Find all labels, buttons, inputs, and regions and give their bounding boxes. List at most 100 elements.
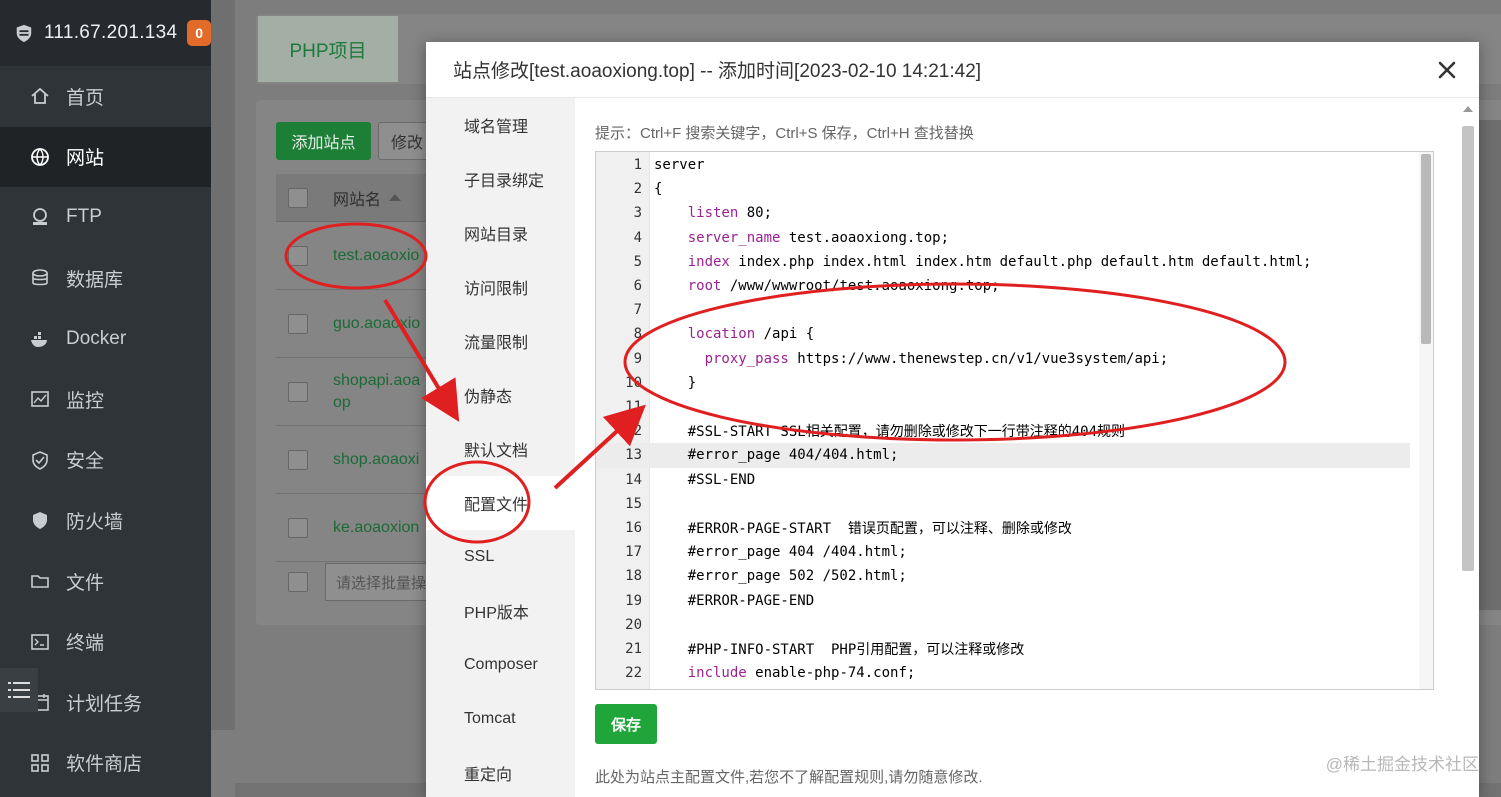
tab-1[interactable]: 子目录绑定 — [426, 152, 575, 206]
code-text: } — [654, 374, 697, 391]
tab-php-project[interactable]: PHP项目 — [258, 16, 398, 82]
code-line[interactable]: 18 #error_page 502 /502.html; — [596, 564, 1410, 588]
database-icon — [30, 268, 50, 288]
table-row[interactable]: ke.aoaoxion — [276, 494, 436, 562]
line-number: 13 — [625, 447, 642, 464]
sidebar-item-4[interactable]: Docker — [0, 308, 211, 369]
table-row[interactable]: test.aoaoxio — [276, 222, 436, 290]
row-checkbox[interactable] — [288, 313, 308, 334]
sidebar-item-label: 网站 — [66, 148, 105, 170]
docker-icon — [30, 329, 50, 349]
row-checkbox[interactable] — [288, 245, 308, 266]
sidebar-item-6[interactable]: 安全 — [0, 430, 211, 491]
tab-12[interactable]: 重定向 — [426, 746, 575, 797]
column-header-site-name[interactable]: 网站名 — [333, 186, 381, 210]
tab-3[interactable]: 访问限制 — [426, 260, 575, 314]
scroll-up-icon[interactable] — [1463, 106, 1473, 112]
sidebar-item-0[interactable]: 首页 — [0, 66, 211, 127]
sidebar-item-3[interactable]: 数据库 — [0, 248, 211, 309]
sidebar-item-5[interactable]: 监控 — [0, 369, 211, 430]
tab-2[interactable]: 网站目录 — [426, 206, 575, 260]
dialog-scrollbar[interactable] — [1460, 102, 1476, 792]
site-name-link[interactable]: guo.aoaoxio — [333, 313, 420, 335]
row-checkbox[interactable] — [288, 449, 308, 470]
code-line[interactable]: 7 — [596, 298, 1410, 322]
code-line[interactable]: 16 #ERROR-PAGE-START 错误页配置，可以注释、删除或修改 — [596, 516, 1410, 540]
dialog-scroll-thumb[interactable] — [1462, 126, 1474, 571]
line-number: 7 — [633, 302, 642, 319]
sidebar: 111.67.201.134 0 首页 网站 FTP 数据库 Docker 监控 安全 防火墙… — [0, 0, 211, 797]
line-number: 19 — [625, 592, 642, 609]
sort-icon[interactable] — [389, 194, 402, 201]
select-all-checkbox[interactable] — [288, 187, 308, 208]
line-number: 4 — [633, 229, 642, 246]
config-code-editor[interactable]: 1 server 2{3 listen 80; 4 server_name test.… — [595, 151, 1434, 690]
tab-8[interactable]: SSL — [426, 530, 575, 584]
sidebar-item-11[interactable]: 软件商店 — [0, 733, 211, 794]
code-line[interactable]: 5 index index.php index.html index.htm d… — [596, 250, 1410, 274]
code-line[interactable]: 1 server — [596, 153, 1410, 177]
sidebar-item-label: 数据库 — [66, 269, 124, 291]
code-line[interactable]: 8 location /api { — [596, 322, 1410, 346]
code-line[interactable]: 21 #PHP-INFO-START PHP引用配置，可以注释或修改 — [596, 637, 1410, 661]
table-row[interactable]: shopapi.aoa op — [276, 358, 436, 426]
sidebar-item-1[interactable]: 网站 — [0, 126, 211, 188]
close-icon[interactable] — [1437, 60, 1457, 80]
menu-toggle-icon[interactable] — [0, 668, 38, 712]
site-name-link[interactable]: ke.aoaoxion — [333, 517, 419, 539]
editor-scroll-thumb[interactable] — [1421, 154, 1431, 344]
code-line[interactable]: 14 #SSL-END — [596, 468, 1410, 492]
site-name-link[interactable]: test.aoaoxio — [333, 245, 419, 267]
code-line[interactable]: 15 — [596, 492, 1410, 516]
sidebar-item-7[interactable]: 防火墙 — [0, 490, 211, 551]
code-line[interactable]: 9 proxy_pass https://www.thenewstep.cn/v… — [596, 347, 1410, 371]
batch-checkbox[interactable] — [288, 572, 308, 592]
code-line[interactable]: 20 — [596, 613, 1410, 637]
tab-7[interactable]: 配置文件 — [426, 476, 575, 530]
code-line[interactable]: 10 } — [596, 371, 1410, 395]
batch-bar: 请选择批量操 — [288, 563, 435, 601]
line-number: 3 — [633, 205, 642, 222]
batch-select[interactable]: 请选择批量操 — [325, 563, 435, 601]
tab-10[interactable]: Composer — [426, 638, 575, 692]
tab-11[interactable]: Tomcat — [426, 692, 575, 746]
site-name-link[interactable]: shop.aoaoxi — [333, 449, 419, 471]
tab-9[interactable]: PHP版本 — [426, 584, 575, 638]
save-button[interactable]: 保存 — [595, 704, 657, 744]
tab-0[interactable]: 域名管理 — [426, 98, 575, 152]
code-line[interactable]: 22 include enable-php-74.conf; — [596, 661, 1410, 685]
row-checkbox[interactable] — [288, 517, 308, 538]
add-site-button[interactable]: 添加站点 — [276, 122, 371, 160]
code-text: #SSL-END — [654, 471, 756, 488]
line-number: 9 — [633, 350, 642, 367]
code-line[interactable]: 19 #ERROR-PAGE-END — [596, 589, 1410, 613]
row-checkbox[interactable] — [288, 381, 308, 402]
code-line[interactable]: 12 #SSL-START SSL相关配置，请勿删除或修改下一行带注释的404规… — [596, 419, 1410, 443]
code-line[interactable]: 6 root /www/wwwroot/test.aoaoxiong.top; — [596, 274, 1410, 298]
code-line[interactable]: 13 #error_page 404/404.html; — [596, 443, 1410, 468]
editor-scrollbar[interactable] — [1419, 152, 1433, 689]
code-text: index index.php index.html index.htm def… — [687, 253, 1312, 270]
shield-check-icon — [30, 450, 50, 470]
tab-5[interactable]: 伪静态 — [426, 368, 575, 422]
apps-icon — [30, 753, 50, 773]
table-row[interactable]: shop.aoaoxi — [276, 426, 436, 494]
line-number: 16 — [625, 520, 642, 537]
site-name-link[interactable]: shopapi.aoa op — [333, 370, 420, 414]
code-line[interactable]: 11 — [596, 395, 1410, 419]
sidebar-item-label: Docker — [66, 327, 127, 349]
code-line[interactable]: 17 #error_page 404 /404.html; — [596, 540, 1410, 564]
code-line[interactable]: 4 server_name test.aoaoxiong.top; — [596, 226, 1410, 250]
notification-badge[interactable]: 0 — [187, 20, 211, 46]
tab-6[interactable]: 默认文档 — [426, 422, 575, 476]
code-text: server_name test.aoaoxiong.top; — [687, 229, 950, 246]
code-line[interactable]: 2{ — [596, 177, 1410, 201]
sidebar-item-2[interactable]: FTP — [0, 187, 211, 248]
table-row[interactable]: guo.aoaoxio — [276, 290, 436, 358]
server-logo-icon — [16, 24, 32, 43]
sidebar-item-8[interactable]: 文件 — [0, 551, 211, 612]
terminal-icon — [30, 632, 50, 652]
sidebar-item-9[interactable]: 终端 — [0, 611, 211, 672]
tab-4[interactable]: 流量限制 — [426, 314, 575, 368]
code-line[interactable]: 3 listen 80; — [596, 201, 1410, 225]
